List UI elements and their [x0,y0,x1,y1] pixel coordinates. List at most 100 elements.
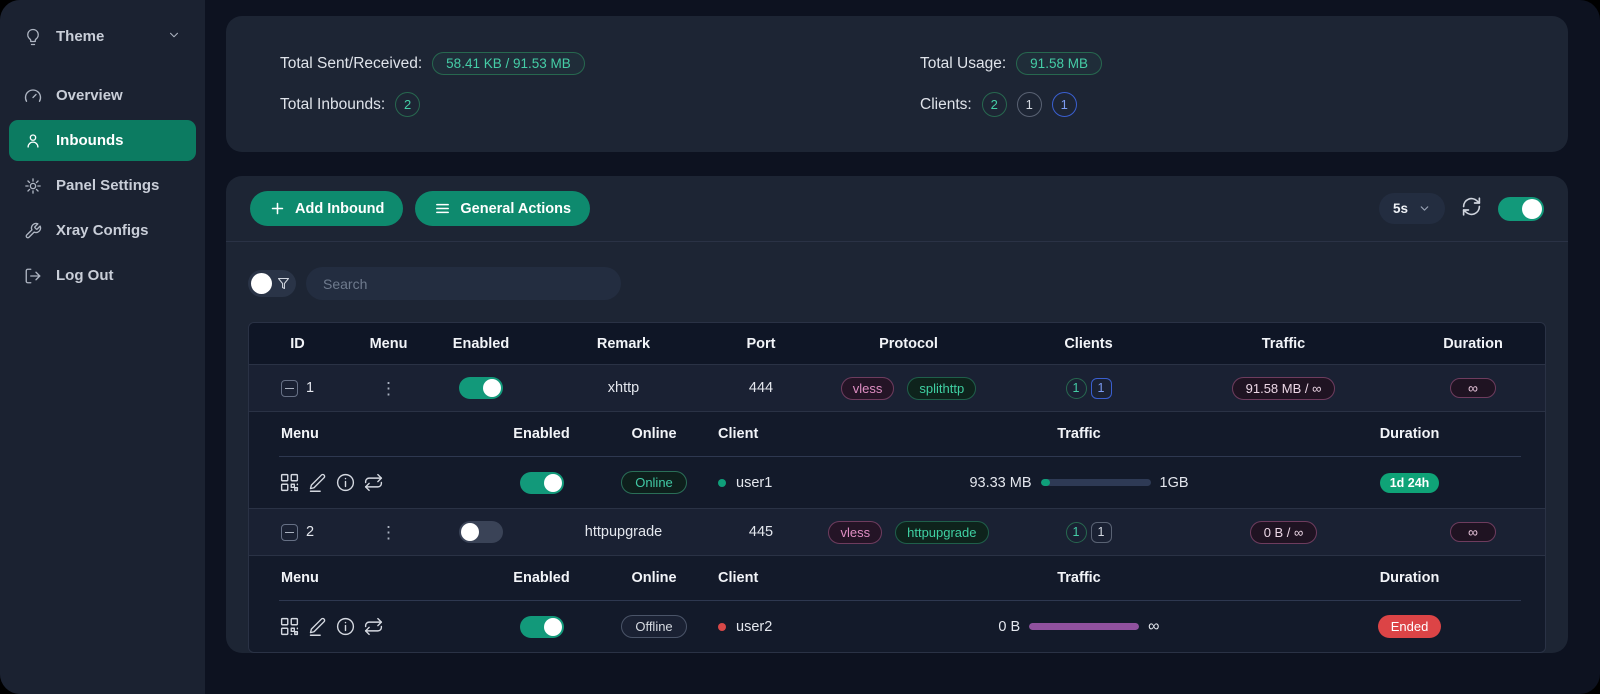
col-traffic: Traffic [1166,336,1401,352]
logout-icon [24,267,42,285]
table-row: 2 ⋮ httpupgrade 445 vless httpupgrade 1 … [249,508,1545,555]
collapse-row-button[interactable] [281,380,298,397]
detail-header-row: Menu Enabled Online Client Traffic Durat… [249,412,1545,456]
general-actions-label: General Actions [460,201,571,217]
refresh-button[interactable] [1461,196,1482,222]
general-actions-button[interactable]: General Actions [415,191,590,226]
total-usage-value: 91.58 MB [1016,52,1102,75]
row-menu-button[interactable]: ⋮ [380,380,397,397]
client-name: user2 [736,619,772,635]
client-enabled-toggle[interactable] [520,472,564,494]
clients-label: Clients: [920,96,972,114]
table-row: 1 ⋮ xhttp 444 vless splithttp 1 1 91.58 … [249,364,1545,411]
collapse-row-button[interactable] [281,524,298,541]
row-traffic-badge: 0 B / ∞ [1250,521,1318,544]
protocol-tag: vless [828,521,882,544]
total-inbounds-label: Total Inbounds: [280,96,385,114]
theme-label: Theme [56,28,104,45]
inbounds-table: ID Menu Enabled Remark Port Protocol Cli… [248,322,1546,653]
col-menu: Menu [249,426,479,442]
traffic-progress-bar [1041,479,1151,486]
gear-icon [24,177,42,195]
user-icon [24,132,42,150]
auto-refresh-toggle[interactable] [1498,197,1544,221]
row-id: 2 [306,524,314,540]
client-traffic-used: 0 B [998,619,1020,635]
plus-icon [269,200,286,217]
theme-selector[interactable]: Theme [9,16,196,57]
client-count-badge: 1 [1066,378,1087,399]
row-enabled-toggle[interactable] [459,377,503,399]
col-online: Online [604,570,704,586]
sidebar-item-label: Panel Settings [56,177,159,194]
refresh-icon [1461,196,1482,217]
col-id: ID [249,336,346,352]
qr-code-icon[interactable] [279,472,300,493]
row-duration-badge: ∞ [1450,378,1496,398]
col-enabled: Enabled [479,426,604,442]
col-client: Client [704,426,884,442]
reset-traffic-icon[interactable] [363,472,384,493]
protocol-tag: vless [841,377,895,400]
sidebar-item-label: Xray Configs [56,222,149,239]
col-traffic: Traffic [884,426,1274,442]
clients-badge-offline: 1 [1017,92,1042,117]
row-traffic-badge: 91.58 MB / ∞ [1232,377,1336,400]
col-client: Client [704,570,884,586]
sidebar-item-panel-settings[interactable]: Panel Settings [9,165,196,206]
hamburger-icon [434,200,451,217]
edit-icon[interactable] [307,616,328,637]
col-enabled: Enabled [431,336,531,352]
total-inbounds-value: 2 [395,92,420,117]
edit-icon[interactable] [307,472,328,493]
col-remark: Remark [531,336,716,352]
row-detail-panel: Menu Enabled Online Client Traffic Durat… [249,555,1545,652]
col-duration: Duration [1401,336,1545,352]
filter-toggle[interactable] [248,270,296,297]
row-duration-badge: ∞ [1450,522,1496,542]
gauge-icon [24,87,42,105]
search-input[interactable] [306,267,621,300]
sidebar-item-xray-configs[interactable]: Xray Configs [9,210,196,251]
client-enabled-toggle[interactable] [520,616,564,638]
client-row: Offline user2 0 B ∞ Ended [249,601,1545,652]
row-id: 1 [306,380,314,396]
client-count-badge: 1 [1091,378,1112,399]
client-status-dot [718,479,726,487]
col-port: Port [716,336,806,352]
sidebar-item-overview[interactable]: Overview [9,75,196,116]
info-icon[interactable] [335,616,356,637]
sidebar-item-log-out[interactable]: Log Out [9,255,196,296]
row-remark: httpupgrade [585,524,662,540]
app-window: Theme Overview Inbounds Panel Settings X… [0,0,1600,694]
row-remark: xhttp [608,380,639,396]
info-icon[interactable] [335,472,356,493]
refresh-interval-value: 5s [1393,201,1408,216]
sidebar: Theme Overview Inbounds Panel Settings X… [0,0,205,694]
qr-code-icon[interactable] [279,616,300,637]
wrench-icon [24,222,42,240]
refresh-interval-select[interactable]: 5s [1379,193,1445,224]
col-menu: Menu [346,336,431,352]
col-clients: Clients [1011,336,1166,352]
transport-tag: splithttp [907,377,976,400]
col-protocol: Protocol [806,336,1011,352]
row-menu-button[interactable]: ⋮ [380,524,397,541]
sidebar-item-label: Log Out [56,267,113,284]
stats-card: Total Sent/Received: 58.41 KB / 91.53 MB… [226,16,1568,152]
row-enabled-toggle[interactable] [459,521,503,543]
clients-badge-online: 1 [1052,92,1077,117]
sidebar-item-inbounds[interactable]: Inbounds [9,120,196,161]
add-inbound-label: Add Inbound [295,201,384,217]
reset-traffic-icon[interactable] [363,616,384,637]
add-inbound-button[interactable]: Add Inbound [250,191,403,226]
funnel-icon [276,276,291,291]
sidebar-item-label: Overview [56,87,123,104]
client-duration-badge: 1d 24h [1380,473,1440,493]
detail-header-row: Menu Enabled Online Client Traffic Durat… [249,556,1545,600]
client-count-badge: 1 [1066,522,1087,543]
client-traffic-used: 93.33 MB [969,475,1031,491]
chevron-down-icon [167,28,181,46]
col-online: Online [604,426,704,442]
client-status-dot [718,623,726,631]
